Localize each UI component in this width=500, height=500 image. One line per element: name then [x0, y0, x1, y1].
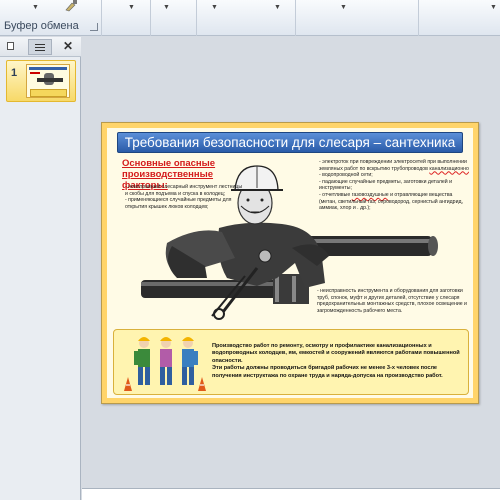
size-dropdown-icon[interactable]: ▼	[211, 4, 218, 11]
hazard-list-left: - неисправный слесарный инструмент лестн…	[125, 184, 243, 210]
ribbon-separator	[101, 0, 102, 36]
slide-thumbnail[interactable]	[26, 64, 70, 98]
notes-pane[interactable]	[82, 488, 500, 500]
format-painter-icon[interactable]	[64, 0, 78, 12]
list-item: - неисправный слесарный инструмент лестн…	[125, 184, 243, 197]
list-dropdown-icon[interactable]: ▼	[274, 4, 281, 11]
ribbon-separator	[418, 0, 419, 36]
safety-note-paragraph: Производство работ по ремонту, осмотру и…	[212, 343, 460, 364]
slides-pane: ✕	[0, 37, 81, 500]
ribbon: ▼ ▼ ▼ ▼ ▼ ▼ ▼ Буфер обмена	[0, 0, 500, 36]
paste-dropdown-icon[interactable]: ▼	[32, 4, 39, 11]
list-item: - применяющиеся случайные предметы для о…	[125, 197, 232, 210]
numbering-dropdown-icon[interactable]: ▼	[340, 4, 347, 11]
layout-dropdown-icon[interactable]: ▼	[128, 4, 135, 11]
slide-number: 1	[11, 67, 18, 79]
close-icon[interactable]: ✕	[63, 39, 73, 53]
workers-illustration	[124, 337, 206, 391]
clipboard-dialog-launcher[interactable]	[90, 23, 98, 31]
list-item: - электроток при повреждении электросете…	[319, 159, 469, 179]
list-item: - отчетливые газовоздушные и отравляющие…	[319, 191, 463, 212]
font-dropdown-icon[interactable]: ▼	[163, 4, 170, 11]
slide-canvas[interactable]: Требования безопасности для слесаря – са…	[101, 122, 479, 404]
pane-tabs: ✕	[0, 37, 81, 57]
clipboard-group-label: Буфер обмена	[4, 20, 79, 32]
hazard-list-right: - электроток при повреждении электросете…	[319, 159, 469, 212]
ribbon-separator	[150, 0, 151, 36]
slide-title: Требования безопасности для слесаря – са…	[117, 132, 463, 153]
ribbon-separator	[295, 0, 296, 36]
outline-tab-icon[interactable]	[28, 39, 52, 55]
slide-background: Требования безопасности для слесаря – са…	[107, 128, 473, 398]
safety-note-paragraph: Эти работы должны проводиться бригадой р…	[212, 365, 443, 379]
hazard-list-bottom: - неисправность инструмента и оборудован…	[317, 288, 467, 314]
more-dropdown-icon[interactable]: ▼	[490, 4, 497, 11]
list-item: - падающие случайные предметы, заготовки…	[319, 178, 453, 192]
safety-note-text: Производство работ по ремонту, осмотру и…	[212, 343, 464, 380]
ribbon-separator	[196, 0, 197, 36]
safety-note-box: Производство работ по ремонту, осмотру и…	[113, 329, 469, 395]
slides-tab-icon[interactable]	[3, 40, 19, 54]
